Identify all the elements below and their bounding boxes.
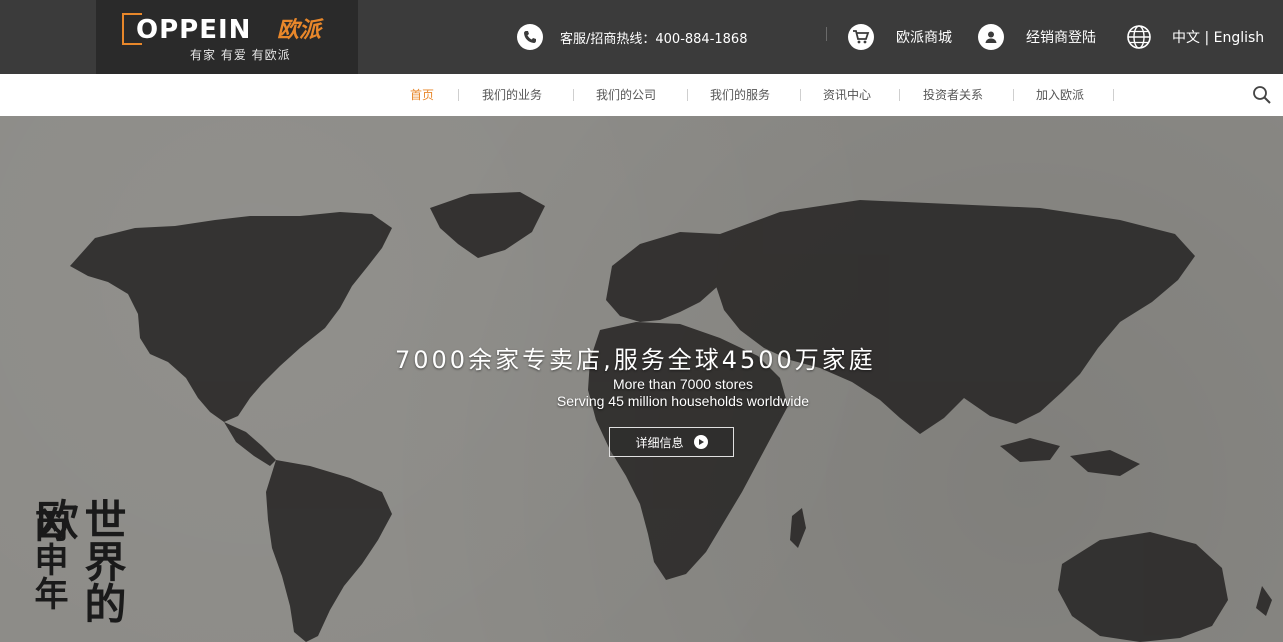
search-icon[interactable] [1251, 84, 1273, 106]
hero-subline-2: Serving 45 million households worldwide [556, 393, 810, 409]
nav-join[interactable]: 加入欧派 [1036, 74, 1084, 116]
nav-investors[interactable]: 投资者关系 [923, 74, 983, 116]
mall-label: 欧派商城 [896, 30, 952, 46]
dealer-login-label: 经销商登陆 [1026, 30, 1096, 46]
nav-home[interactable]: 首页 [410, 74, 434, 116]
nav-divider [458, 89, 459, 101]
topbar-divider [826, 27, 827, 41]
nav-company[interactable]: 我们的公司 [596, 74, 656, 116]
hero-subline-1: More than 7000 stores [612, 376, 754, 392]
play-icon [693, 435, 708, 449]
nav-business[interactable]: 我们的业务 [482, 74, 542, 116]
phone-icon [517, 24, 543, 50]
hotline-text: 客服/招商热线：400-884-1868 [560, 31, 748, 47]
mall-link[interactable]: 欧派商城 [848, 0, 952, 74]
detail-button-label: 详细信息 [635, 435, 684, 450]
user-icon [978, 24, 1004, 50]
hero-banner[interactable]: 7000余家专卖店,服务全球4500万家庭 More than 7000 sto… [0, 116, 1283, 642]
nav-services[interactable]: 我们的服务 [710, 74, 770, 116]
logo-chinese[interactable]: 欧派 [277, 14, 321, 46]
calligraphy-right: 世界的欧 [30, 498, 127, 624]
detail-button[interactable]: 详细信息 [609, 427, 734, 457]
hotline: 客服/招商热线：400-884-1868 [517, 0, 747, 74]
main-nav: 首页 我们的业务 我们的公司 我们的服务 资讯中心 投资者关系 加入欧派 [0, 74, 1283, 116]
nav-news[interactable]: 资讯中心 [823, 74, 871, 116]
nav-divider [1113, 89, 1114, 101]
language-label: 中文 | English [1172, 30, 1265, 46]
nav-divider [687, 89, 688, 101]
nav-divider [800, 89, 801, 101]
top-bar: OPPEIN 欧派 有家 有爱 有欧派 客服/招商热线：400-884-1868… [0, 0, 1283, 74]
hero-headline-cn: 7000余家专卖店,服务全球4500万家庭 [395, 346, 876, 374]
cart-icon [848, 24, 874, 50]
nav-divider [899, 89, 900, 101]
nav-divider [1013, 89, 1014, 101]
dealer-login-link[interactable]: 经销商登陆 [978, 0, 1096, 74]
logo-wordmark[interactable]: OPPEIN [136, 12, 251, 48]
globe-icon [1126, 24, 1152, 50]
nav-divider [573, 89, 574, 101]
logo-slogan: 有家 有爱 有欧派 [190, 48, 291, 62]
language-switch[interactable]: 中文 | English [1126, 0, 1264, 74]
